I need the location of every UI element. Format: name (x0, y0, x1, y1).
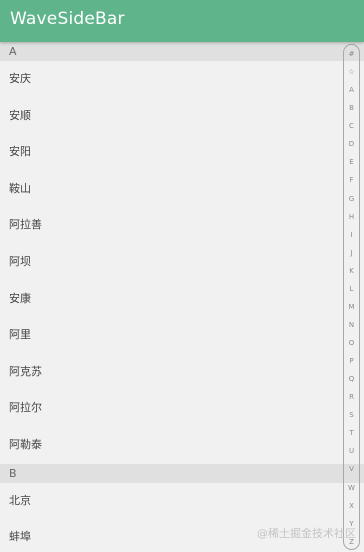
side-bar-letter-t[interactable]: T (344, 429, 359, 437)
app-title: WaveSideBar (10, 9, 125, 29)
app-bar: WaveSideBar (0, 0, 364, 42)
list-item[interactable]: 安阳 (0, 134, 364, 171)
list-item[interactable]: 安顺 (0, 98, 364, 135)
side-bar-letter-star[interactable]: ☆ (344, 68, 359, 76)
side-bar-letter-u[interactable]: U (344, 447, 359, 455)
side-bar-letter-h[interactable]: H (344, 213, 359, 221)
side-bar-letter-n[interactable]: N (344, 321, 359, 329)
side-bar-letter-a[interactable]: A (344, 86, 359, 94)
side-bar-letter-k[interactable]: K (344, 267, 359, 275)
side-bar-letter-q[interactable]: Q (344, 375, 359, 383)
side-bar-letter-m[interactable]: M (344, 303, 359, 311)
side-bar-letter-r[interactable]: R (344, 393, 359, 401)
side-bar-letter-hash[interactable]: # (344, 50, 359, 58)
list-item[interactable]: 安庆 (0, 61, 364, 98)
watermark: @稀土掘金技术社区 (257, 527, 356, 540)
city-list[interactable]: A 安庆 安顺 安阳 鞍山 阿拉善 阿坝 安康 阿里 阿克苏 阿拉尔 阿勒泰 B… (0, 42, 364, 552)
list-item[interactable]: 鞍山 (0, 171, 364, 208)
section-header-b: B (0, 463, 364, 483)
wave-side-bar[interactable]: # ☆ A B C D E F G H I J K L M N O P Q R … (343, 44, 360, 550)
side-bar-letter-s[interactable]: S (344, 411, 359, 419)
side-bar-letter-o[interactable]: O (344, 339, 359, 347)
list-item[interactable]: 安康 (0, 281, 364, 318)
side-bar-letter-b[interactable]: B (344, 104, 359, 112)
list-item[interactable]: 阿勒泰 (0, 427, 364, 464)
list-item[interactable]: 阿拉尔 (0, 390, 364, 427)
list-item[interactable]: 阿克苏 (0, 354, 364, 391)
side-bar-letters: # ☆ A B C D E F G H I J K L M N O P Q R … (344, 50, 359, 546)
list-item[interactable]: 阿坝 (0, 244, 364, 281)
list-item[interactable]: 阿里 (0, 317, 364, 354)
side-bar-letter-g[interactable]: G (344, 195, 359, 203)
side-bar-letter-f[interactable]: F (344, 176, 359, 184)
side-bar-letter-e[interactable]: E (344, 158, 359, 166)
side-bar-letter-l[interactable]: L (344, 285, 359, 293)
side-bar-letter-x[interactable]: X (344, 502, 359, 510)
side-bar-letter-c[interactable]: C (344, 122, 359, 130)
side-bar-letter-d[interactable]: D (344, 140, 359, 148)
side-bar-letter-w[interactable]: W (344, 484, 359, 492)
side-bar-letter-j[interactable]: J (344, 249, 359, 257)
side-bar-letter-p[interactable]: P (344, 357, 359, 365)
section-header-a: A (0, 42, 364, 61)
side-bar-letter-i[interactable]: I (344, 231, 359, 239)
list-item[interactable]: 阿拉善 (0, 207, 364, 244)
list-item[interactable]: 北京 (0, 483, 364, 520)
side-bar-letter-v[interactable]: V (344, 465, 359, 473)
